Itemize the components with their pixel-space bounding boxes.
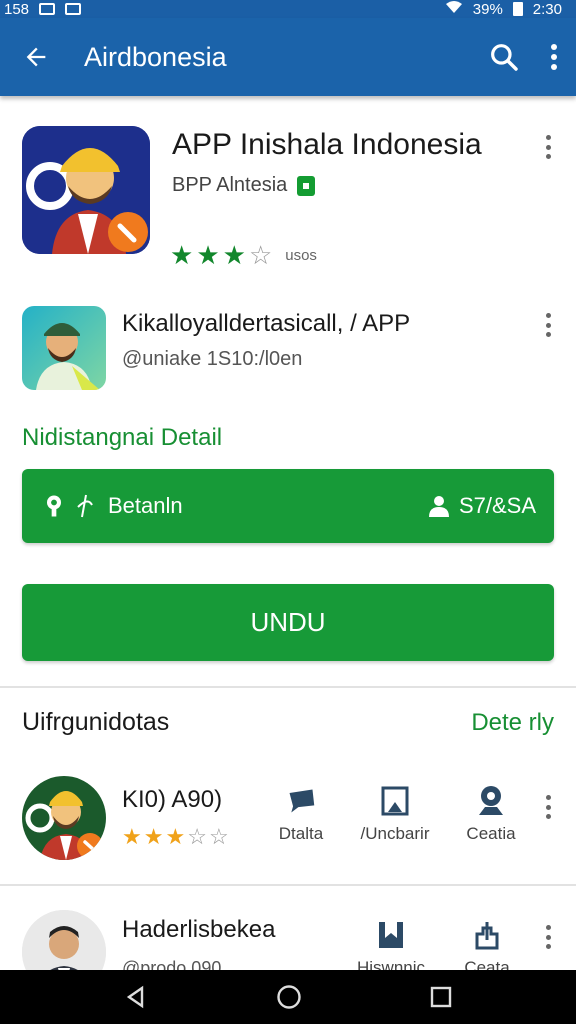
app-header: APP Inishala Indonesia BPP Alntesia ★ ★ …	[22, 126, 562, 270]
star-empty-icon: ☆	[208, 824, 229, 849]
share-action-label: Ceata	[464, 958, 510, 970]
search-button[interactable]	[476, 18, 532, 96]
bookmark-action[interactable]: /Uncbarir	[352, 786, 438, 844]
status-left-text: 158	[4, 0, 30, 18]
star-empty-icon: ☆	[248, 240, 273, 270]
bookmark-icon	[380, 786, 410, 816]
detail-bar-label: Betanln	[108, 493, 183, 518]
app-developer-name: BPP Alntesia	[172, 174, 288, 196]
star-filled-icon: ★	[196, 240, 220, 270]
home-nav-icon[interactable]	[276, 984, 302, 1010]
battery-percent: 39%	[472, 0, 503, 18]
image-notification-icon	[39, 3, 56, 15]
app-bar: Airdbonesia	[0, 18, 576, 96]
rating-count: usos	[285, 247, 317, 264]
star-filled-icon: ★	[122, 824, 142, 849]
divider	[0, 686, 576, 688]
chat-icon	[286, 786, 316, 816]
developer-handle: @uniake 1S10:/l0en	[122, 348, 303, 370]
app-icon[interactable]	[22, 126, 150, 254]
battery-icon	[512, 2, 523, 16]
location-action[interactable]: Ceatia	[448, 786, 534, 844]
chat-action[interactable]: Dtalta	[258, 786, 344, 844]
list-item-title: KI0) A90)	[122, 786, 223, 813]
list-item[interactable]: KI0) A90) ★ ★ ★ ☆ ☆ Dtalta /Uncbarir Cea…	[22, 776, 562, 866]
app-title: APP Inishala Indonesia	[172, 128, 482, 161]
bookmark-action-label: /Uncbarir	[360, 824, 430, 843]
star-filled-icon: ★	[143, 824, 164, 849]
status-bar: 158 39% 2:30	[0, 0, 576, 18]
status-time: 2:30	[532, 0, 562, 18]
app-bar-title: Airdbonesia	[84, 41, 227, 72]
app-developer[interactable]: BPP Alntesia	[172, 174, 316, 197]
system-nav-bar	[0, 970, 576, 1024]
list-item-avatar	[22, 776, 106, 860]
bookmark-action[interactable]: Hiswnnic	[348, 920, 434, 970]
worker-avatar-icon	[22, 126, 150, 254]
developer-avatar	[22, 306, 106, 390]
star-half-icon: ★	[165, 824, 186, 849]
chart-notification-icon	[65, 3, 82, 15]
more-vert-icon	[551, 44, 557, 70]
developer-more-button[interactable]	[538, 310, 558, 340]
location-action-label: Ceatia	[466, 824, 516, 843]
bookmark-icon	[376, 920, 406, 950]
person-icon	[428, 496, 449, 517]
verified-badge-icon	[297, 175, 316, 196]
list-item-more-button[interactable]	[538, 922, 558, 952]
app-rating: ★ ★ ★ ☆ usos	[170, 240, 317, 271]
back-nav-icon[interactable]	[124, 985, 148, 1009]
list-item-avatar	[22, 910, 106, 970]
see-more-link[interactable]: Dete rly	[471, 709, 554, 737]
star-filled-icon: ★	[170, 240, 194, 270]
overflow-menu-button[interactable]	[532, 18, 576, 96]
star-filled-icon: ★	[222, 240, 246, 270]
star-empty-icon: ☆	[187, 824, 207, 849]
divider	[0, 884, 576, 886]
install-button[interactable]: UNDU	[22, 584, 554, 661]
speaker-icon	[47, 495, 61, 517]
list-item[interactable]: Haderlisbekea @prodo 090 Hiswnnic Ceata	[22, 910, 562, 970]
share-icon	[472, 920, 502, 950]
list-section-header: Uifrgunidotas Dete rly	[22, 708, 554, 737]
list-item-title: Haderlisbekea	[122, 916, 276, 943]
list-item-subtitle: @prodo 090	[122, 958, 222, 970]
wifi-icon	[445, 0, 463, 18]
detail-bar[interactable]: Betanln S7/&SA	[22, 469, 554, 543]
chat-action-label: Dtalta	[278, 824, 324, 843]
list-section-title: Uifrgunidotas	[22, 708, 170, 736]
developer-card[interactable]: Kikalloyalldertasicall, / APP @uniake 1S…	[22, 306, 562, 392]
back-button[interactable]	[0, 18, 72, 96]
search-icon	[491, 44, 518, 71]
detail-section-title: Nidistangnai Detail	[22, 424, 223, 451]
list-item-rating: ★ ★ ★ ☆ ☆	[122, 824, 229, 850]
detail-bar-count: S7/&SA	[458, 493, 536, 518]
share-action[interactable]: Ceata	[444, 920, 530, 970]
recents-nav-icon[interactable]	[430, 986, 452, 1008]
app-more-button[interactable]	[538, 132, 558, 162]
sign-icon	[77, 494, 93, 518]
arrow-back-icon	[26, 47, 46, 67]
bookmark-action-label: Hiswnnic	[356, 958, 426, 970]
list-item-more-button[interactable]	[538, 792, 558, 822]
developer-name: Kikalloyalldertasicall, / APP	[122, 310, 411, 337]
location-icon	[476, 786, 506, 816]
